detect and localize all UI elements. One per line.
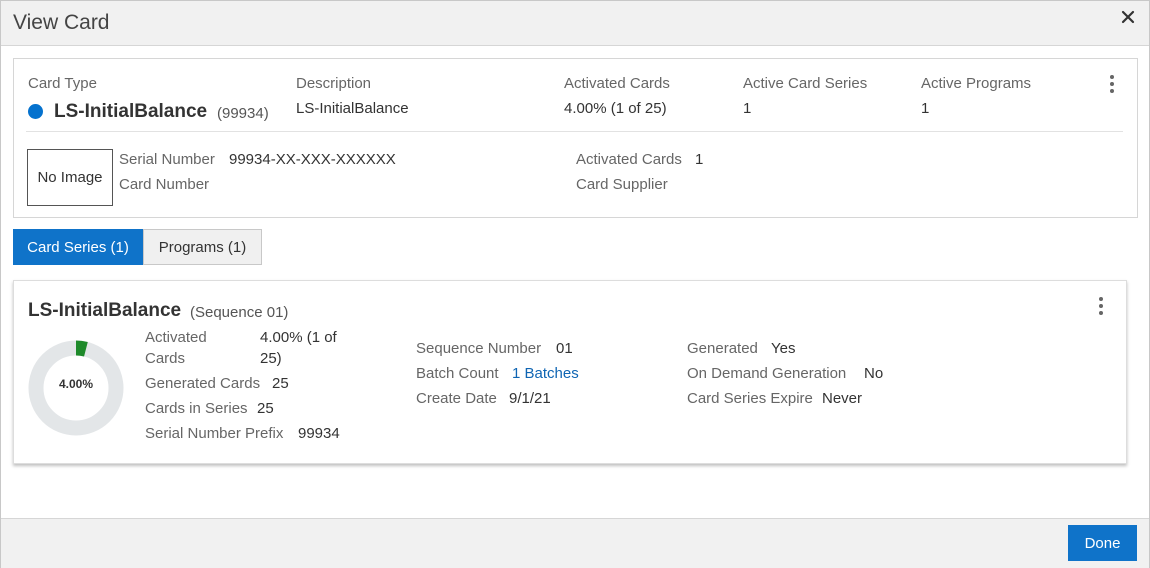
card-series-item: LS-InitialBalance (Sequence 01) 4.00% Ac… (13, 280, 1127, 464)
series-activated-cards-value-line2: 25) (260, 350, 282, 367)
series-actions-menu-icon[interactable] (1096, 297, 1106, 319)
active-programs-label: Active Programs (921, 75, 1032, 92)
card-type-code: (99934) (217, 105, 269, 122)
divider (26, 131, 1123, 132)
donut-percent-label: 4.00% (58, 377, 94, 391)
close-icon (1121, 10, 1135, 24)
dialog-title: View Card (13, 11, 110, 34)
card-actions-menu-icon[interactable] (1107, 75, 1117, 97)
series-activated-cards-value-line1: 4.00% (1 of (260, 329, 337, 346)
create-date-label: Create Date (416, 390, 497, 407)
status-dot (28, 104, 43, 119)
generated-label: Generated (687, 340, 758, 357)
card-series-expire-value: Never (822, 390, 863, 407)
tab-programs[interactable]: Programs (1) (143, 229, 262, 265)
card-type-name: LS-InitialBalance (54, 101, 208, 122)
card-image-placeholder: No Image (27, 149, 113, 206)
series-sequence: (Sequence 01) (190, 304, 289, 321)
series-activated-cards-label-line1: Activated (145, 329, 207, 346)
active-card-series-value: 1 (743, 100, 752, 117)
on-demand-generation-label: On Demand Generation (687, 365, 847, 382)
activated-cards-label: Activated Cards (564, 75, 670, 92)
close-button[interactable] (1121, 10, 1139, 28)
batch-count-label: Batch Count (416, 365, 499, 382)
on-demand-generation-value: No (864, 365, 884, 382)
series-name: LS-InitialBalance (28, 300, 182, 321)
activated-cards-value: 4.00% (1 of 25) (564, 100, 667, 117)
view-card-dialog: View Card Card Type LS-InitialBalance (9… (0, 0, 1150, 568)
series-activated-cards-label-line2: Cards (145, 350, 186, 367)
card-supplier-label: Card Supplier (576, 176, 668, 193)
active-programs-value: 1 (921, 100, 930, 117)
description-value: LS-InitialBalance (296, 100, 409, 117)
cards-in-series-value: 25 (257, 400, 274, 417)
generated-cards-value: 25 (272, 375, 289, 392)
generated-value: Yes (771, 340, 796, 357)
card-number-label: Card Number (119, 176, 210, 193)
activated-cards-value-2: 1 (695, 151, 704, 168)
dialog-header: View Card (1, 1, 1149, 46)
serial-number-label: Serial Number (119, 151, 215, 168)
active-card-series-label: Active Card Series (743, 75, 868, 92)
serial-number-prefix-value: 99934 (298, 425, 340, 442)
create-date-value: 9/1/21 (509, 390, 551, 407)
cards-in-series-label: Cards in Series (145, 400, 248, 417)
card-summary-panel: Card Type LS-InitialBalance (99934) Desc… (13, 58, 1138, 218)
done-button[interactable]: Done (1068, 525, 1137, 561)
batch-count-link[interactable]: 1 Batches (512, 365, 579, 382)
serial-number-value: 99934-XX-XXX-XXXXXX (229, 151, 396, 168)
card-series-expire-label: Card Series Expire (687, 390, 813, 407)
tab-card-series[interactable]: Card Series (1) (13, 229, 143, 265)
serial-number-prefix-label: Serial Number Prefix (145, 425, 284, 442)
card-type-label: Card Type (28, 75, 97, 92)
sequence-number-value: 01 (556, 340, 573, 357)
description-label: Description (296, 75, 372, 92)
sequence-number-label: Sequence Number (416, 340, 542, 357)
activated-cards-label-2: Activated Cards (576, 151, 682, 168)
dialog-footer: Done (1, 518, 1149, 568)
generated-cards-label: Generated Cards (145, 375, 261, 392)
